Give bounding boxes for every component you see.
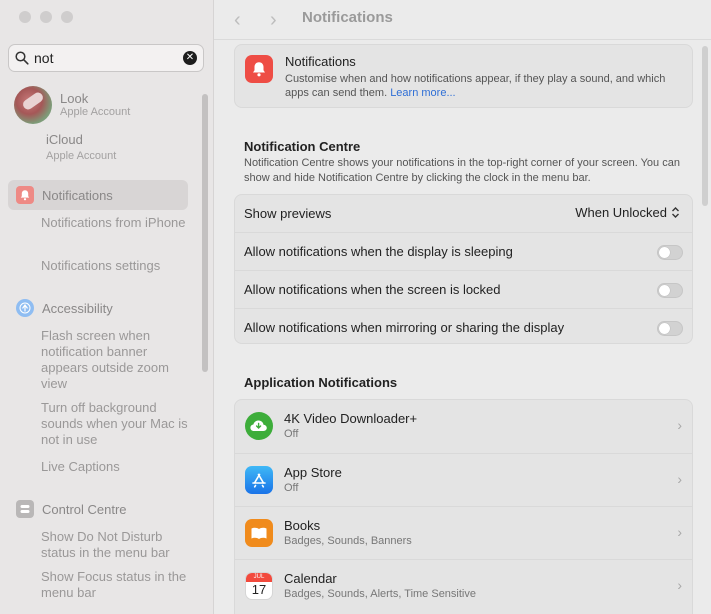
sidebar-item-label: Control Centre <box>42 501 127 517</box>
app-status: Badges, Sounds, Banners <box>284 535 412 547</box>
main-scrollbar[interactable] <box>702 46 708 206</box>
setting-row-display-sleeping: Allow notifications when the display is … <box>235 232 692 270</box>
app-store-icon <box>245 466 273 494</box>
notification-centre-card: Show previews When Unlocked Allow notifi… <box>234 194 693 344</box>
app-name: Books <box>284 518 321 533</box>
sidebar-subitem-live-captions[interactable]: Live Captions <box>41 459 191 475</box>
setting-label: Allow notifications when mirroring or sh… <box>244 320 565 335</box>
chevron-right-icon: › <box>677 471 682 487</box>
notifications-summary-card: Notifications Customise when and how not… <box>234 44 693 108</box>
window-controls <box>19 11 73 23</box>
books-icon <box>245 519 273 547</box>
calendar-day: 17 <box>251 582 267 597</box>
setting-label: Allow notifications when the display is … <box>244 244 513 259</box>
app-status: Off <box>284 428 299 440</box>
chevron-right-icon: › <box>677 417 682 433</box>
sidebar-item-notifications[interactable]: Notifications <box>16 186 113 204</box>
close-window-button[interactable] <box>19 11 31 23</box>
titlebar: ‹ › Notifications <box>214 0 711 40</box>
sidebar-item-label: Notifications <box>42 187 113 203</box>
sidebar-subitem-notifications-from-iphone[interactable]: Notifications from iPhone <box>41 215 191 231</box>
icloud-item[interactable]: iCloud <box>46 132 83 147</box>
page-title: Notifications <box>302 9 393 26</box>
sidebar-scrollbar[interactable] <box>202 94 208 372</box>
app-row-books[interactable]: Books Badges, Sounds, Banners › <box>235 506 692 559</box>
bell-icon <box>16 186 34 204</box>
app-row-4k-video-downloader[interactable]: 4K Video Downloader+ Off › <box>235 400 692 453</box>
sidebar-subitem-focus-status[interactable]: Show Focus status in the menu bar <box>41 569 191 601</box>
summary-description: Customise when and how notifications app… <box>285 72 685 100</box>
sidebar-item-control-centre[interactable]: Control Centre <box>16 500 127 518</box>
learn-more-link[interactable]: Learn more... <box>390 87 455 99</box>
summary-title: Notifications <box>285 54 356 69</box>
notification-centre-heading: Notification Centre <box>244 139 361 154</box>
app-status: Off <box>284 482 299 494</box>
app-row-calendar[interactable]: JUL 17 Calendar Badges, Sounds, Alerts, … <box>235 559 692 612</box>
icloud-subtitle: Apple Account <box>46 150 117 162</box>
account-name: Look <box>60 91 89 106</box>
notification-centre-description: Notification Centre shows your notificat… <box>244 157 680 184</box>
setting-row-mirroring: Allow notifications when mirroring or sh… <box>235 308 692 346</box>
screen-locked-toggle[interactable] <box>657 283 683 298</box>
notifications-bell-icon <box>245 55 273 83</box>
summary-description-text: Customise when and how notifications app… <box>285 73 666 99</box>
show-previews-select[interactable]: When Unlocked <box>575 205 680 220</box>
application-notifications-list: 4K Video Downloader+ Off › App Store Off… <box>234 399 693 614</box>
search-icon <box>15 51 29 65</box>
sidebar-item-accessibility[interactable]: Accessibility <box>16 299 113 317</box>
setting-label: Allow notifications when the screen is l… <box>244 282 501 297</box>
control-centre-icon <box>16 500 34 518</box>
setting-row-screen-locked: Allow notifications when the screen is l… <box>235 270 692 308</box>
mirroring-toggle[interactable] <box>657 321 683 336</box>
clear-search-icon[interactable]: ✕ <box>183 51 197 65</box>
sidebar-item-label: Accessibility <box>42 300 113 316</box>
avatar <box>14 86 52 124</box>
forward-icon[interactable]: › <box>270 9 277 32</box>
search-input[interactable] <box>34 49 174 67</box>
application-notifications-heading: Application Notifications <box>244 375 398 390</box>
minimize-window-button[interactable] <box>40 11 52 23</box>
sidebar: ✕ Look Apple Account iCloud Apple Accoun… <box>0 0 214 614</box>
back-icon[interactable]: ‹ <box>234 9 241 32</box>
app-name: 4K Video Downloader+ <box>284 411 418 426</box>
sidebar-subitem-notifications-settings[interactable]: Notifications settings <box>41 258 191 274</box>
app-row-app-store[interactable]: App Store Off › <box>235 453 692 506</box>
app-status: Badges, Sounds, Alerts, Time Sensitive <box>284 588 476 600</box>
calendar-icon: JUL 17 <box>245 572 273 600</box>
sidebar-subitem-do-not-disturb-status[interactable]: Show Do Not Disturb status in the menu b… <box>41 529 191 561</box>
zoom-window-button[interactable] <box>61 11 73 23</box>
search-field[interactable]: ✕ <box>8 44 204 72</box>
display-sleeping-toggle[interactable] <box>657 245 683 260</box>
cloud-download-icon <box>245 412 273 440</box>
chevron-right-icon: › <box>677 524 682 540</box>
calendar-month: JUL <box>246 573 272 582</box>
app-name: Calendar <box>284 571 337 586</box>
account-subtitle: Apple Account <box>60 106 131 118</box>
up-down-chevron-icon <box>672 207 679 218</box>
show-previews-row: Show previews When Unlocked <box>235 195 692 233</box>
main-pane: ‹ › Notifications Notifications Customis… <box>214 0 711 614</box>
app-name: App Store <box>284 465 342 480</box>
show-previews-value: When Unlocked <box>575 205 667 220</box>
sidebar-subitem-flash-screen[interactable]: Flash screen when notification banner ap… <box>41 328 191 392</box>
accessibility-icon <box>16 299 34 317</box>
sidebar-subitem-background-sounds[interactable]: Turn off background sounds when your Mac… <box>41 400 191 448</box>
chevron-right-icon: › <box>677 577 682 593</box>
show-previews-label: Show previews <box>244 206 332 221</box>
